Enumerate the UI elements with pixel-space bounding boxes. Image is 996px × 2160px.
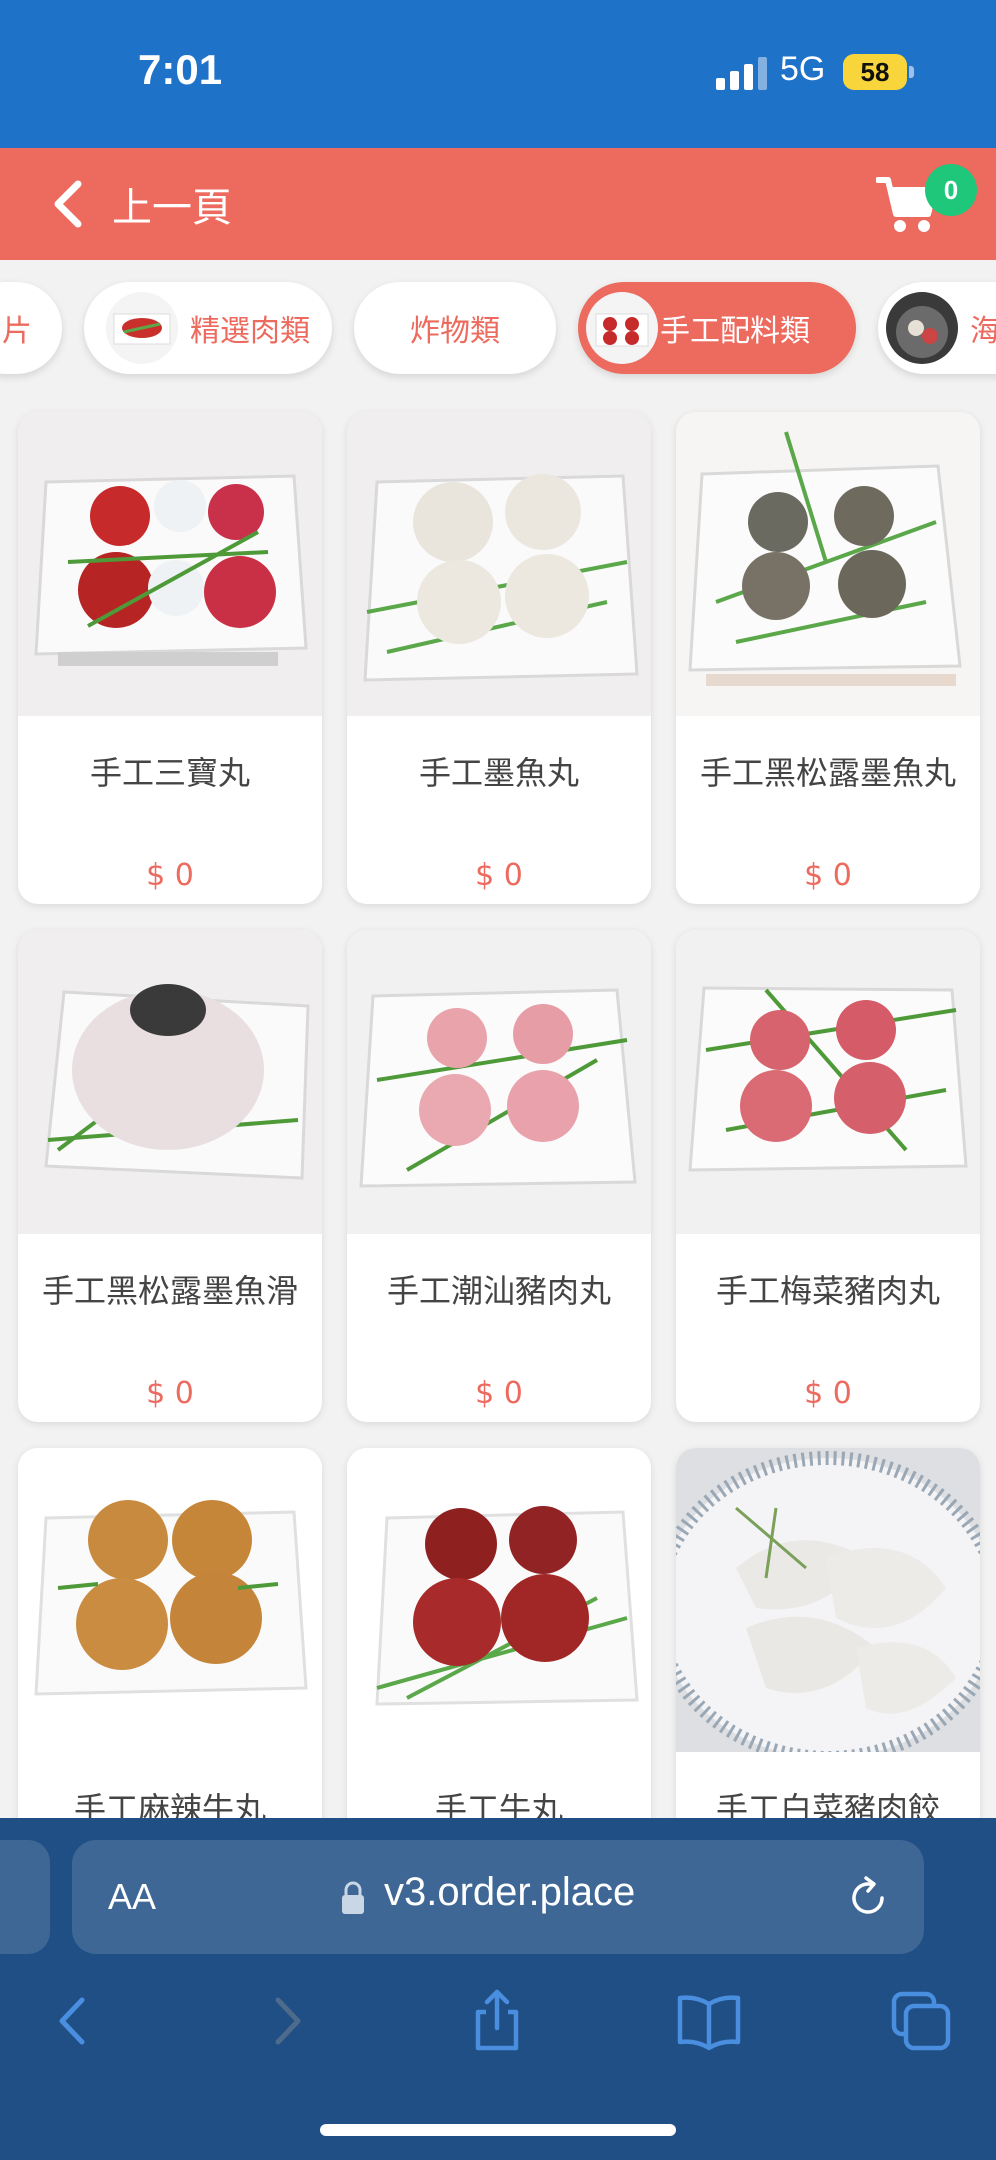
signal-icon bbox=[716, 57, 767, 90]
product-photo bbox=[18, 930, 322, 1234]
battery-level: 58 bbox=[860, 57, 890, 87]
product-name: 手工梅菜豬肉丸 bbox=[715, 1272, 940, 1310]
product-card[interactable]: 手工潮汕豬肉丸 $ 0 bbox=[347, 930, 651, 1422]
product-card[interactable]: 手工黑松露墨魚滑 $ 0 bbox=[18, 930, 322, 1422]
back-label: 上一頁 bbox=[112, 185, 232, 231]
product-photo bbox=[347, 930, 651, 1234]
product-price: $ 0 bbox=[475, 1376, 523, 1411]
network-type: 5G bbox=[780, 50, 826, 88]
product-card[interactable]: 手工梅菜豬肉丸 $ 0 bbox=[676, 930, 980, 1422]
product-photo bbox=[18, 1448, 322, 1752]
battery-icon: 58 bbox=[843, 54, 907, 90]
product-photo bbox=[676, 930, 980, 1234]
product-price: $ 0 bbox=[146, 1376, 194, 1411]
category-label: 海 bbox=[970, 314, 996, 349]
chevron-left-icon[interactable] bbox=[38, 1986, 108, 2056]
book-icon[interactable] bbox=[674, 1986, 744, 2056]
category-thumbnail bbox=[106, 292, 178, 364]
lock-icon bbox=[342, 1881, 364, 1914]
category-tab-partial-left[interactable]: 片 bbox=[0, 282, 62, 374]
product-name: 手工三寶丸 bbox=[89, 754, 250, 792]
category-thumbnail bbox=[586, 292, 658, 364]
back-button[interactable]: 上一頁 bbox=[48, 176, 232, 232]
category-tab-seafood[interactable]: 海 bbox=[878, 282, 996, 374]
home-indicator[interactable] bbox=[320, 2124, 676, 2136]
status-time: 7:01 bbox=[138, 46, 223, 93]
product-card[interactable]: 手工黑松露墨魚丸 $ 0 bbox=[676, 412, 980, 904]
url-text[interactable]: v3.order.place bbox=[384, 1870, 635, 1915]
category-label: 手工配料類 bbox=[660, 314, 810, 349]
product-price: $ 0 bbox=[804, 1376, 852, 1411]
address-bar[interactable]: AA v3.order.place bbox=[72, 1840, 924, 1954]
product-photo bbox=[676, 412, 980, 716]
chevron-left-icon bbox=[54, 180, 82, 228]
category-bar[interactable]: 片 精選肉類 炸物類 手工配料類 海 bbox=[0, 260, 996, 396]
category-tab-fried[interactable]: 炸物類 bbox=[354, 282, 556, 374]
status-bar: 7:01 5G 58 bbox=[0, 0, 996, 148]
product-photo bbox=[347, 1448, 651, 1752]
tabs-icon[interactable] bbox=[886, 1986, 956, 2056]
product-photo bbox=[676, 1448, 980, 1752]
app-header: 上一頁 0 bbox=[0, 148, 996, 260]
product-photo bbox=[347, 412, 651, 716]
category-tab-handmade[interactable]: 手工配料類 bbox=[578, 282, 856, 374]
product-photo bbox=[18, 412, 322, 716]
product-name: 手工潮汕豬肉丸 bbox=[386, 1272, 611, 1310]
product-name: 手工墨魚丸 bbox=[418, 754, 579, 792]
battery-tip bbox=[909, 66, 914, 78]
category-label: 片 bbox=[2, 314, 32, 349]
category-label: 炸物類 bbox=[410, 314, 500, 349]
product-name: 手工黑松露墨魚丸 bbox=[699, 754, 956, 792]
product-card[interactable]: 手工墨魚丸 $ 0 bbox=[347, 412, 651, 904]
product-price: $ 0 bbox=[804, 858, 852, 893]
chevron-right-icon[interactable] bbox=[252, 1986, 322, 2056]
product-card[interactable]: 手工三寶丸 $ 0 bbox=[18, 412, 322, 904]
reader-options-button[interactable]: AA bbox=[108, 1876, 156, 1918]
category-thumbnail bbox=[886, 292, 958, 364]
product-price: $ 0 bbox=[146, 858, 194, 893]
category-tab-meat[interactable]: 精選肉類 bbox=[84, 282, 332, 374]
product-price: $ 0 bbox=[475, 858, 523, 893]
reload-icon[interactable] bbox=[846, 1876, 890, 1920]
share-icon[interactable] bbox=[462, 1986, 532, 2056]
category-label: 精選肉類 bbox=[190, 314, 310, 349]
product-name: 手工黑松露墨魚滑 bbox=[41, 1272, 298, 1310]
previous-tab-preview[interactable] bbox=[0, 1840, 50, 1954]
browser-toolbar: AA v3.order.place bbox=[0, 1818, 996, 2160]
cart-count-badge: 0 bbox=[925, 164, 977, 216]
